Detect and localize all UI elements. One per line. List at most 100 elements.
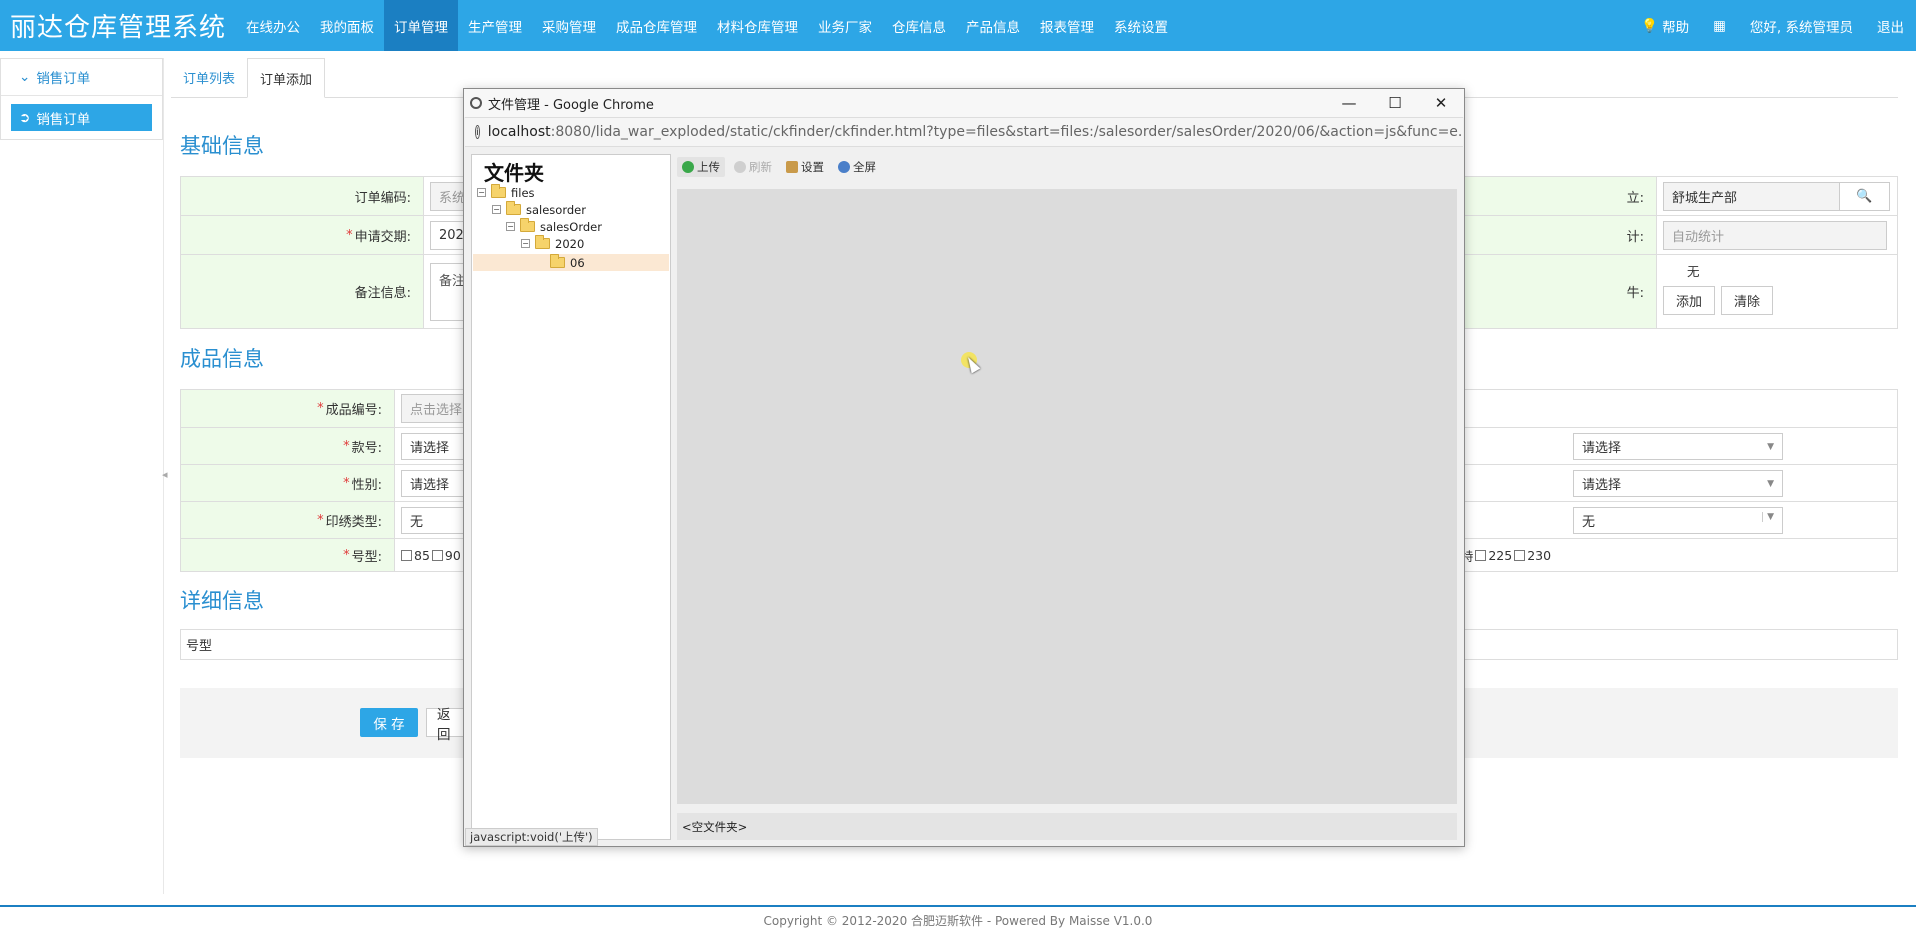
auto-stat-input: 自动统计 [1663,220,1887,250]
ckfinder-toolbar: 上传 刷新 设置 全屏 [677,154,1459,180]
nav-item-production[interactable]: 生产管理 [458,0,532,51]
size-checkbox-90[interactable]: 90 [431,548,461,563]
folder-icon [491,184,506,198]
url-host: localhost [487,124,551,140]
upload-button[interactable]: 上传 [677,157,725,177]
maximize-icon[interactable]: ☐ [1372,89,1418,117]
app-brand: 丽达仓库管理系统 [10,13,227,43]
section-title-product: 成品信息 [180,347,264,371]
file-list-area[interactable] [677,189,1457,804]
attachment-none: 无 [1687,264,1700,279]
folder-tree-panel: 文件夹 − files − salesorder − salesOrder −2020… [471,154,671,840]
size-checkbox-85[interactable]: 85 [401,548,430,563]
tab-order-list[interactable]: 订单列表 [171,57,247,97]
dept-input[interactable]: 舒城生产部 [1663,181,1840,211]
collapse-icon[interactable]: − [477,188,486,197]
right-select-2[interactable]: 请选择 ▼ [1573,469,1783,497]
file-manager-window: 文件管理 - Google Chrome — ☐ ✕ i localhost:8… [463,88,1465,847]
fullscreen-icon [838,161,850,173]
tab-order-add[interactable]: 订单添加 [247,58,326,98]
required-marker: * [346,227,353,243]
sidebar: ⌄ 销售订单 ➲ 销售订单 [0,58,163,140]
window-title: 文件管理 - Google Chrome [488,97,654,113]
remark-label: 备注信息: [181,255,424,328]
close-icon[interactable]: ✕ [1418,89,1464,117]
size-checkbox-225[interactable]: 225 [1475,548,1512,563]
logout-link[interactable]: 退出 [1865,16,1916,36]
main-nav: 在线办公 我的面板 订单管理 生产管理 采购管理 成品仓库管理 材料仓库管理 业… [236,0,1178,51]
window-titlebar[interactable]: 文件管理 - Google Chrome [464,89,1464,117]
fullscreen-button[interactable]: 全屏 [833,157,881,177]
right-select-1[interactable]: 请选择 ▼ [1573,432,1783,460]
tree-node-06[interactable]: 06 [550,254,585,271]
minimize-icon[interactable]: — [1326,89,1372,117]
grid-icon: ▦ [1713,17,1726,34]
dept-label: 立: [1464,177,1657,215]
address-bar[interactable]: i localhost:8080/lida_war_exploded/stati… [465,117,1463,147]
nav-item-material-warehouse[interactable]: 材料仓库管理 [707,0,808,51]
settings-button[interactable]: 设置 [781,157,829,177]
status-bar: <空文件夹> [677,813,1457,840]
search-icon: 🔍 [1856,188,1873,204]
date-label: 申请交期: [354,229,411,245]
tree-node-salesorder[interactable]: − salesorder [492,201,586,218]
nav-item-office[interactable]: 在线办公 [236,0,310,51]
folder-icon [520,218,535,232]
sidebar-group-label: 销售订单 [36,71,91,87]
auto-stat-label: 计: [1464,216,1657,254]
collapse-icon[interactable]: − [506,222,515,231]
link-status-hint: javascript:void('上传') [465,828,598,846]
product-code-label: 成品编号: [325,403,382,418]
size-checkbox-230[interactable]: 230 [1514,548,1551,563]
tree-node-salesOrder[interactable]: − salesOrder [506,218,602,235]
sidebar-group-sales-order[interactable]: ⌄ 销售订单 [1,59,162,96]
nav-item-product-info[interactable]: 产品信息 [956,0,1030,51]
info-icon[interactable]: i [475,125,480,139]
style-label: 款号: [351,440,382,456]
chevron-down-icon: ⌄ [19,69,31,85]
right-select-3[interactable]: 无 ▼ [1573,506,1783,534]
folder-icon [535,235,550,249]
tree-node-2020[interactable]: −2020 [521,235,584,252]
back-button[interactable]: 返 回 [426,707,466,743]
attachment-add-button[interactable]: 添加 [1663,286,1716,315]
collapse-icon[interactable]: − [521,239,530,248]
sidebar-item-sales-order[interactable]: ➲ 销售订单 [11,104,152,131]
chrome-icon [470,97,482,109]
nav-item-settings[interactable]: 系统设置 [1104,0,1178,51]
help-link[interactable]: 💡 帮助 [1629,16,1701,36]
sidebar-collapse-icon[interactable]: ◂ [162,468,168,481]
nav-item-vendors[interactable]: 业务厂家 [808,0,882,51]
folder-icon [506,201,521,215]
folder-tree-title: 文件夹 [484,161,544,185]
dropdown-arrow-icon: ▼ [1762,511,1774,522]
grid-menu-button[interactable]: ▦ [1701,18,1738,34]
save-button[interactable]: 保 存 [360,708,418,737]
nav-item-dashboard[interactable]: 我的面板 [310,0,384,51]
copyright: Copyright © 2012-2020 合肥迈斯软件 - Powered B… [763,914,1153,928]
nav-item-warehouse-info[interactable]: 仓库信息 [882,0,956,51]
refresh-button[interactable]: 刷新 [729,157,777,177]
window-controls: — ☐ ✕ [1326,89,1464,117]
nav-right: 💡 帮助 ▦ 您好, 系统管理员 退出 [1629,0,1916,51]
help-label: 帮助 [1662,19,1690,36]
wrench-icon [786,161,798,173]
top-navbar: 丽达仓库管理系统 在线办公 我的面板 订单管理 生产管理 采购管理 成品仓库管理… [0,0,1916,51]
section-title-detail: 详细信息 [180,589,264,613]
attachment-clear-button[interactable]: 清除 [1721,286,1774,315]
nav-item-purchase[interactable]: 采购管理 [532,0,606,51]
nav-item-orders[interactable]: 订单管理 [384,0,458,51]
collapse-icon[interactable]: − [492,205,501,214]
tree-node-files[interactable]: − files [477,184,535,201]
nav-item-product-warehouse[interactable]: 成品仓库管理 [606,0,707,51]
dept-search-button[interactable]: 🔍 [1839,181,1890,211]
nav-item-reports[interactable]: 报表管理 [1030,0,1104,51]
upload-icon [682,161,694,173]
user-greeting[interactable]: 您好, 系统管理员 [1738,16,1865,36]
detail-table-header-size: 号型 [186,639,213,654]
sidebar-item-label: 销售订单 [36,111,91,128]
attachment-label: 牛: [1464,255,1657,328]
dropdown-arrow-icon: ▼ [1767,478,1774,489]
section-title-basic: 基础信息 [180,134,264,158]
print-type-label: 印绣类型: [325,514,382,530]
